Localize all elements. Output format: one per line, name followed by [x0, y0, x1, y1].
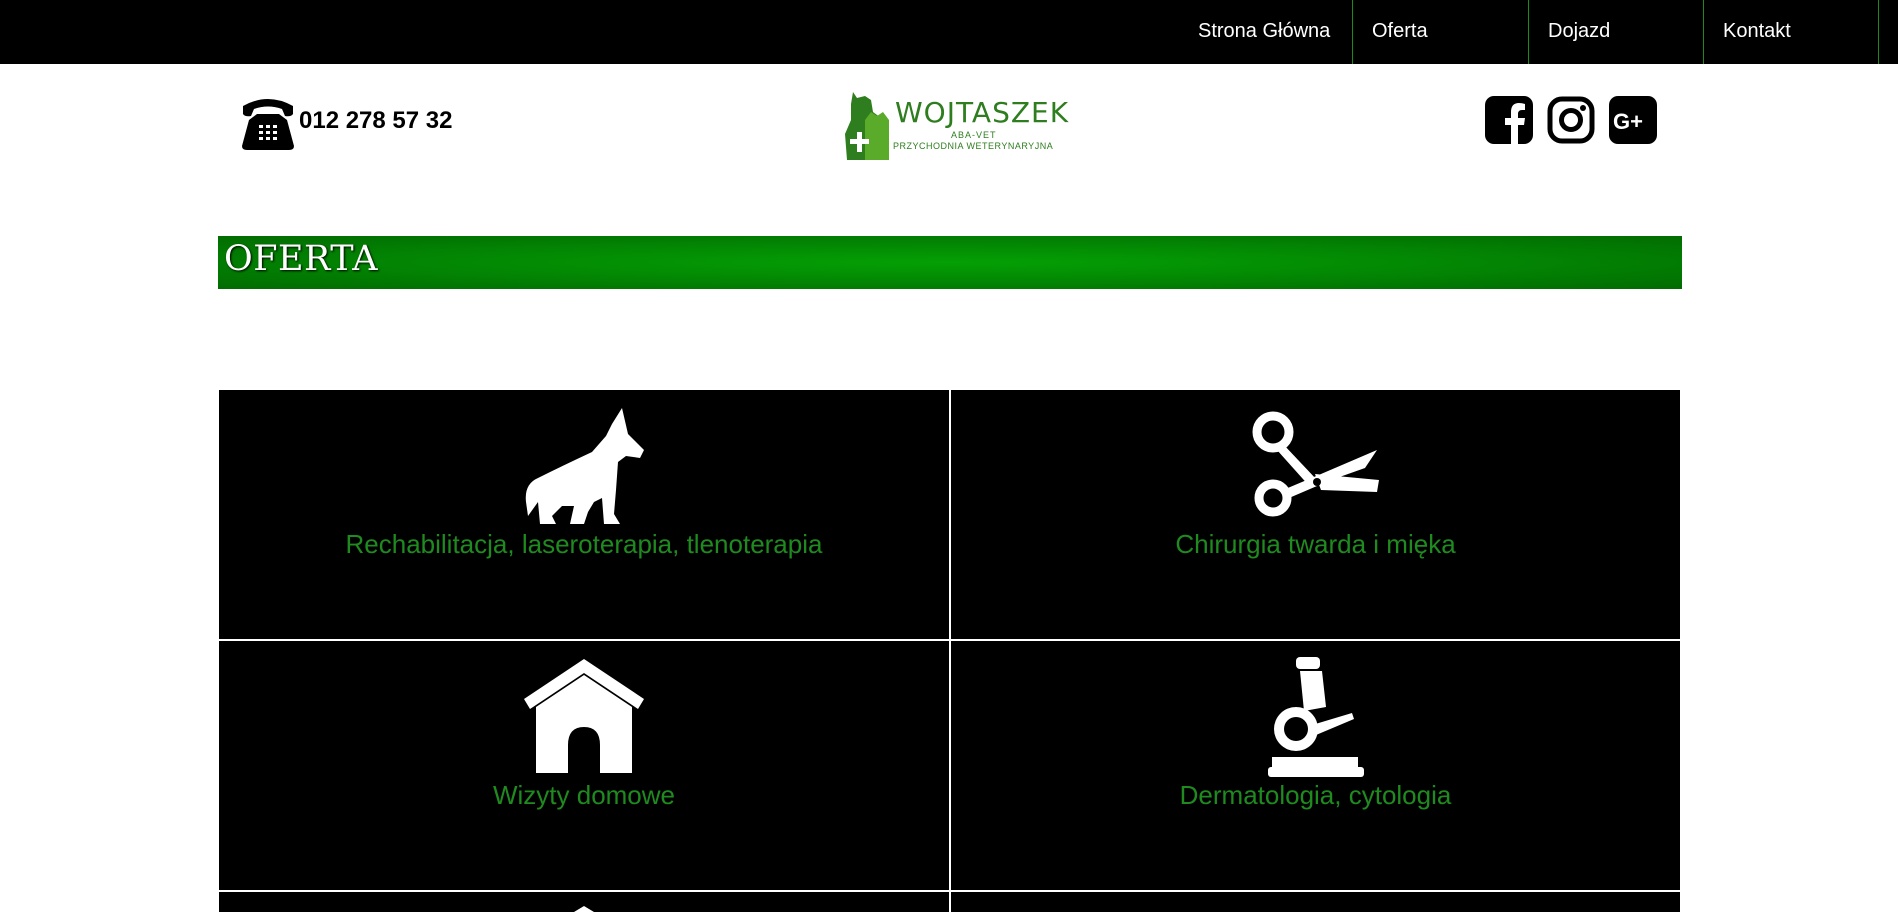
logo-pets-icon: [845, 92, 889, 160]
google-plus-icon[interactable]: G+: [1609, 96, 1657, 144]
microscope-icon: [1267, 657, 1364, 777]
scissors-icon: [1252, 411, 1379, 517]
nav-item-directions[interactable]: Dojazd: [1529, 0, 1704, 64]
nav-item-contact[interactable]: Kontakt: [1704, 0, 1879, 64]
dog-house-icon: [524, 659, 644, 773]
offer-tile-dermatology[interactable]: Dermatologia, cytologia: [951, 641, 1680, 890]
section-banner: OFERTA: [218, 236, 1682, 289]
logo[interactable]: WOJTASZEK ABA-VET PRZYCHODNIA WETERYNARY…: [843, 90, 1068, 162]
offer-tile-rehabilitation[interactable]: Rechabilitacja, laseroterapia, tlenotera…: [219, 390, 949, 639]
svg-text:G+: G+: [1613, 109, 1643, 134]
nav-item-offer[interactable]: Oferta: [1353, 0, 1529, 64]
partial-icon: [574, 906, 594, 912]
offer-label: Dermatologia, cytologia: [1179, 780, 1452, 810]
phone-number[interactable]: 012 278 57 32: [299, 107, 452, 135]
offer-tile-surgery[interactable]: Chirurgia twarda i mięka: [951, 390, 1680, 639]
logo-title: WOJTASZEK: [895, 96, 1070, 129]
offer-tile-home-visits[interactable]: Wizyty domowe: [219, 641, 949, 890]
facebook-icon[interactable]: [1485, 96, 1533, 144]
page-title: OFERTA: [224, 239, 378, 279]
instagram-icon[interactable]: [1547, 96, 1595, 144]
offer-tile-next[interactable]: [219, 892, 949, 912]
offer-label: Rechabilitacja, laseroterapia, tlenotera…: [345, 529, 823, 559]
logo-tagline: PRZYCHODNIA WETERYNARYJNA: [893, 141, 1054, 151]
offer-label: Wizyty domowe: [492, 780, 676, 810]
telephone-icon: [242, 99, 294, 150]
offer-tile-next[interactable]: [951, 892, 1680, 912]
phone-contact: 012 278 57 32: [239, 92, 452, 152]
dog-icon: [525, 408, 644, 524]
top-navigation: Strona Główna Oferta Dojazd Kontakt: [0, 0, 1898, 64]
offer-label: Chirurgia twarda i mięka: [1175, 529, 1456, 559]
logo-subtitle: ABA-VET: [951, 130, 997, 140]
nav-item-home[interactable]: Strona Główna: [1198, 0, 1353, 64]
